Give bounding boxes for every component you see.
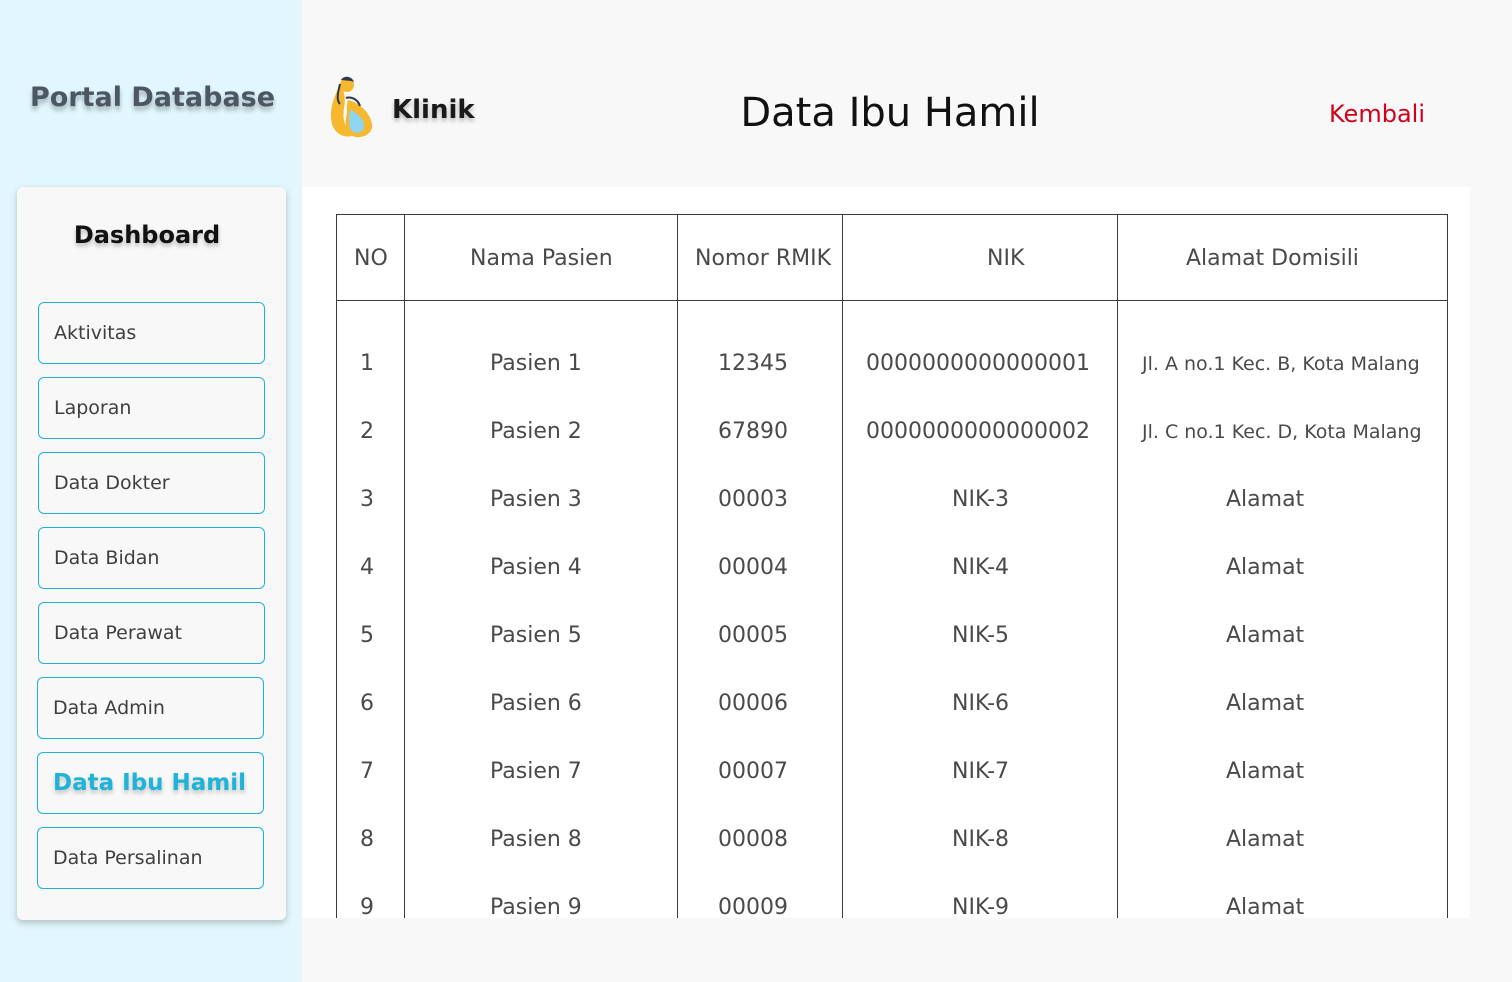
cell-alamat: Jl. A no.1 Kec. B, Kota Malang	[1142, 353, 1420, 375]
cell-no: 4	[360, 555, 374, 580]
column-header-nik: NIK	[987, 246, 1025, 271]
sidebar-item-label: Data Admin	[53, 697, 165, 719]
cell-no: 2	[360, 419, 374, 444]
cell-alamat: Alamat	[1226, 691, 1305, 716]
column-header-alamat-domisili: Alamat Domisili	[1186, 246, 1359, 271]
cell-nik: 0000000000000002	[866, 419, 1090, 444]
cell-no: 9	[360, 895, 374, 918]
sidebar-item-data-ibu-hamil[interactable]: Data Ibu Hamil	[37, 752, 264, 814]
cell-nama-pasien: Pasien 6	[490, 691, 582, 716]
table-border-top	[336, 214, 1448, 215]
cell-nomor-rmik: 00004	[718, 555, 788, 580]
back-link[interactable]: Kembali	[1310, 100, 1444, 128]
sidebar-item-data-bidan[interactable]: Data Bidan	[38, 527, 265, 589]
sidebar-item-label: Laporan	[54, 397, 132, 419]
column-divider	[842, 214, 843, 918]
pregnant-mother-logo-icon	[326, 74, 378, 140]
cell-no: 5	[360, 623, 374, 648]
brand-name: Klinik	[392, 95, 475, 125]
cell-alamat: Alamat	[1226, 759, 1305, 784]
sidebar-item-data-dokter[interactable]: Data Dokter	[38, 452, 265, 514]
cell-nik: NIK-7	[952, 759, 1009, 784]
cell-alamat: Jl. C no.1 Kec. D, Kota Malang	[1142, 421, 1422, 443]
sidebar-item-label: Data Bidan	[54, 547, 160, 569]
cell-nik: 0000000000000001	[866, 351, 1090, 376]
column-divider	[1117, 214, 1118, 918]
page-title: Data Ibu Hamil	[740, 90, 1040, 136]
cell-nomor-rmik: 00005	[718, 623, 788, 648]
cell-nomor-rmik: 67890	[718, 419, 788, 444]
column-divider	[404, 214, 405, 918]
table-border-left	[336, 214, 337, 918]
dashboard-menu-card: Dashboard Aktivitas Laporan Data Dokter …	[17, 187, 286, 920]
sidebar-item-label: Data Ibu Hamil	[53, 770, 247, 796]
cell-alamat: Alamat	[1226, 487, 1305, 512]
cell-nik: NIK-3	[952, 487, 1009, 512]
cell-nik: NIK-4	[952, 555, 1009, 580]
sidebar-item-data-perawat[interactable]: Data Perawat	[38, 602, 265, 664]
cell-nama-pasien: Pasien 4	[490, 555, 582, 580]
sidebar-item-label: Aktivitas	[54, 322, 137, 344]
table-border-right	[1447, 214, 1448, 918]
header-divider	[336, 300, 1448, 301]
sidebar-item-label: Data Persalinan	[53, 847, 203, 869]
cell-nama-pasien: Pasien 1	[490, 351, 582, 376]
cell-nomor-rmik: 00009	[718, 895, 788, 918]
cell-nik: NIK-9	[952, 895, 1009, 918]
sidebar-item-label: Data Dokter	[54, 472, 170, 494]
cell-no: 6	[360, 691, 374, 716]
cell-no: 3	[360, 487, 374, 512]
sidebar-item-data-admin[interactable]: Data Admin	[37, 677, 264, 739]
cell-nomor-rmik: 00007	[718, 759, 788, 784]
column-header-nomor-rmik: Nomor RMIK	[695, 246, 832, 271]
column-header-no: NO	[354, 246, 388, 271]
cell-nomor-rmik: 00003	[718, 487, 788, 512]
cell-nik: NIK-5	[952, 623, 1009, 648]
cell-nomor-rmik: 00008	[718, 827, 788, 852]
cell-no: 7	[360, 759, 374, 784]
cell-nama-pasien: Pasien 9	[490, 895, 582, 918]
patient-table-panel: NO Nama Pasien Nomor RMIK NIK Alamat Dom…	[302, 187, 1470, 918]
sidebar: Portal Database Dashboard Aktivitas Lapo…	[0, 0, 300, 982]
cell-alamat: Alamat	[1226, 555, 1305, 580]
cell-nama-pasien: Pasien 7	[490, 759, 582, 784]
cell-nama-pasien: Pasien 3	[490, 487, 582, 512]
cell-nik: NIK-8	[952, 827, 1009, 852]
sidebar-item-data-persalinan[interactable]: Data Persalinan	[37, 827, 264, 889]
sidebar-item-label: Data Perawat	[54, 622, 182, 644]
cell-no: 1	[360, 351, 374, 376]
cell-no: 8	[360, 827, 374, 852]
sidebar-item-aktivitas[interactable]: Aktivitas	[38, 302, 265, 364]
cell-alamat: Alamat	[1226, 623, 1305, 648]
cell-nik: NIK-6	[952, 691, 1009, 716]
column-divider	[677, 214, 678, 918]
column-header-nama-pasien: Nama Pasien	[470, 246, 613, 271]
menu-heading: Dashboard	[73, 221, 221, 249]
sidebar-item-laporan[interactable]: Laporan	[38, 377, 265, 439]
cell-nama-pasien: Pasien 5	[490, 623, 582, 648]
cell-alamat: Alamat	[1226, 895, 1305, 918]
cell-nama-pasien: Pasien 2	[490, 419, 582, 444]
portal-title: Portal Database	[29, 82, 276, 113]
cell-nomor-rmik: 00006	[718, 691, 788, 716]
cell-nomor-rmik: 12345	[718, 351, 788, 376]
cell-alamat: Alamat	[1226, 827, 1305, 852]
cell-nama-pasien: Pasien 8	[490, 827, 582, 852]
